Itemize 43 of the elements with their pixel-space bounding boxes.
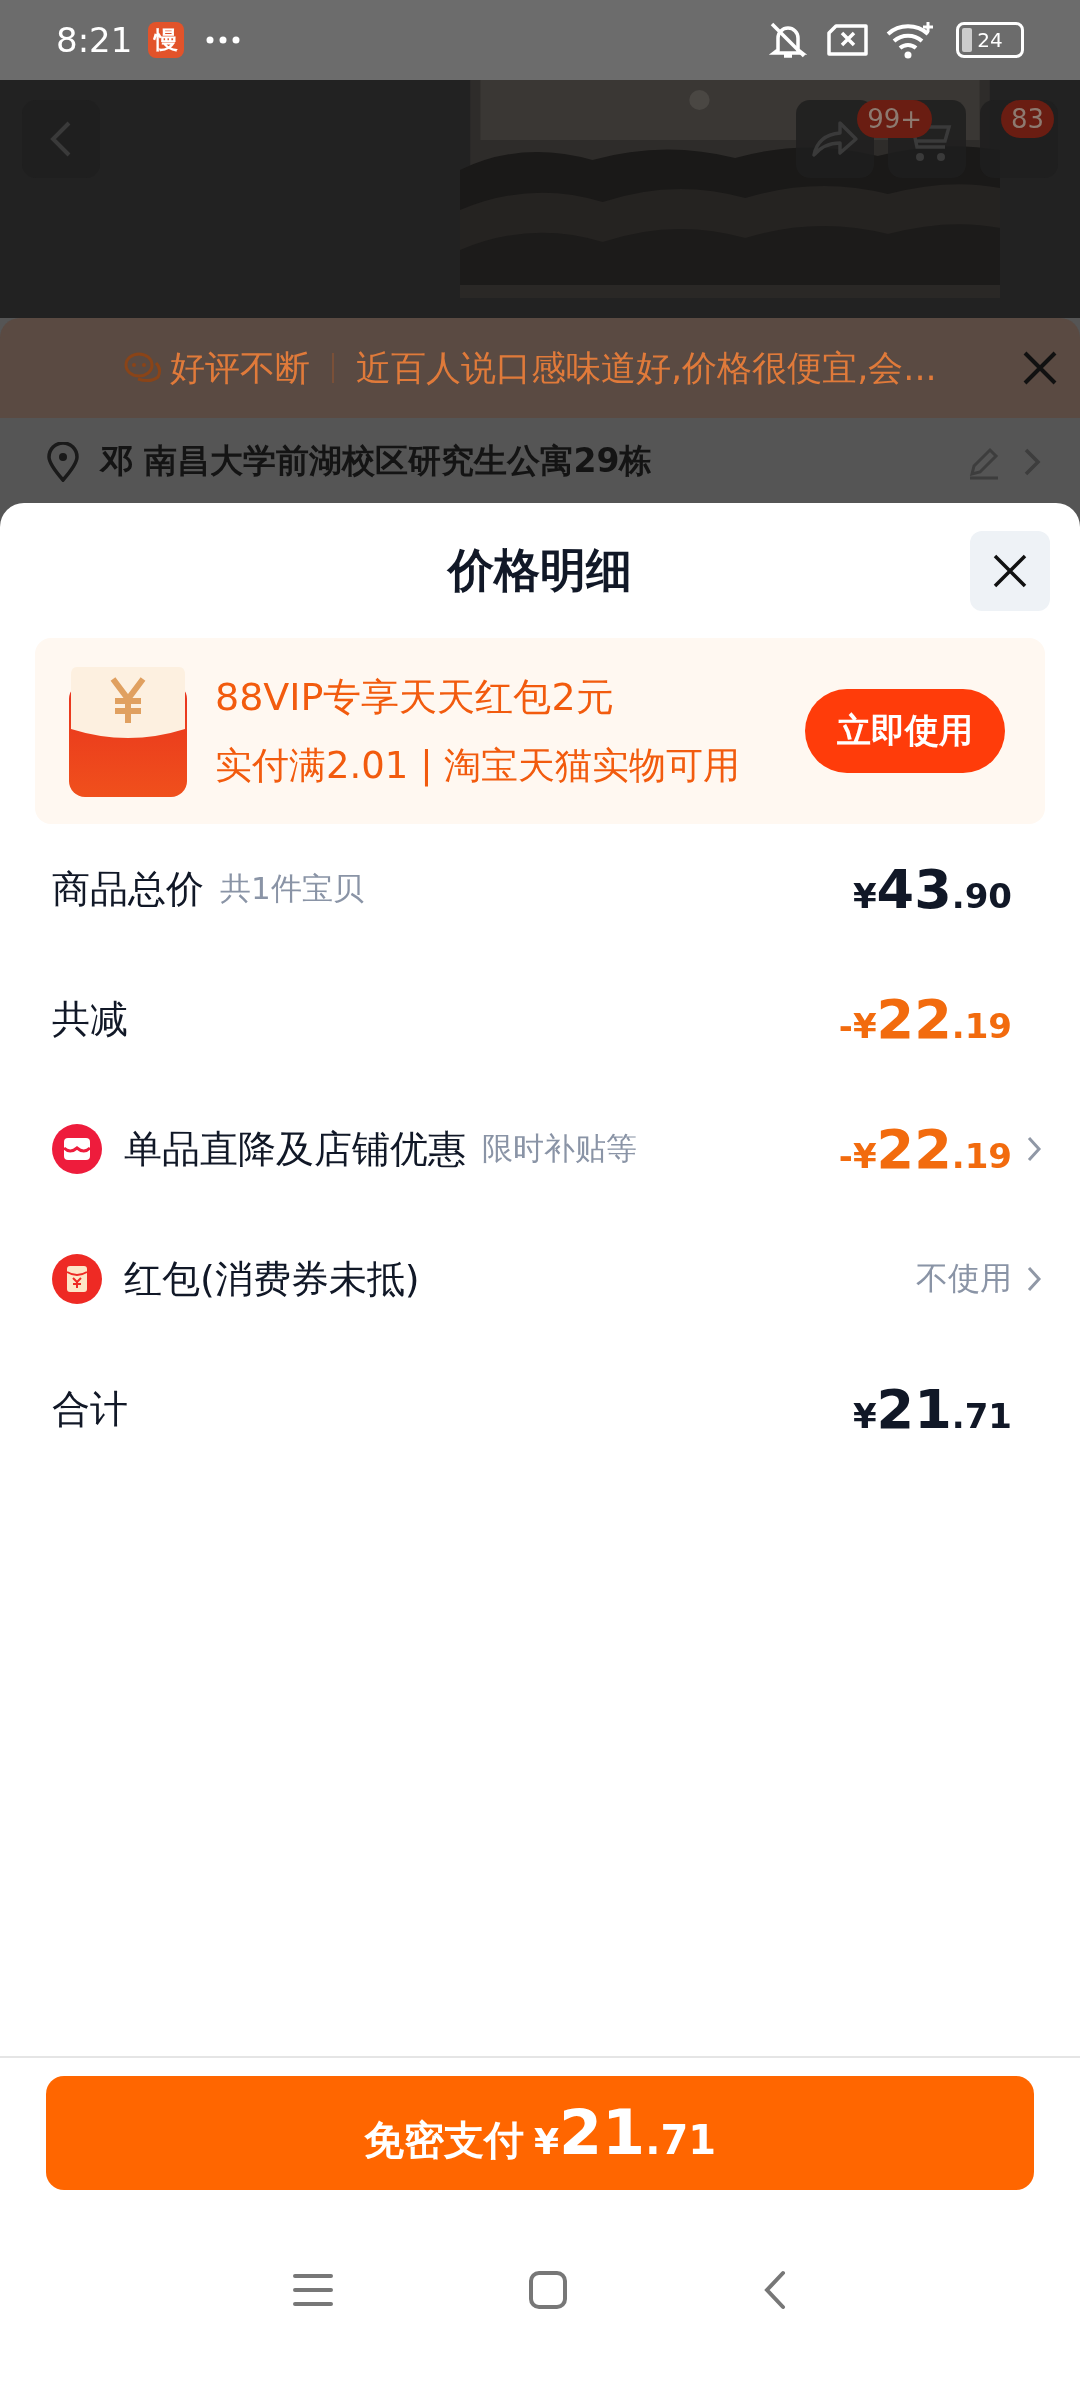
chevron-right-icon[interactable] [1026, 1265, 1042, 1293]
close-button[interactable] [970, 531, 1050, 611]
no-sim-icon [826, 23, 870, 57]
envelope-icon [52, 1254, 102, 1304]
shop-icon [52, 1124, 102, 1174]
price-amount: ¥43.90 [852, 857, 1012, 921]
row-label: 商品总价 [52, 865, 204, 913]
location-pin-icon [46, 441, 80, 482]
share-icon [810, 119, 860, 159]
menu-icon[interactable] [293, 2272, 333, 2308]
review-tag: 好评不断 [170, 344, 310, 392]
row-label: 单品直降及店铺优惠 [124, 1125, 466, 1173]
chevron-left-icon [49, 119, 73, 159]
cart-count-badge: 99+ [857, 100, 932, 138]
app-notification-icon: 慢 [148, 22, 185, 58]
row-note: 共1件宝贝 [220, 869, 364, 908]
close-icon [992, 553, 1028, 589]
use-now-button[interactable]: 立即使用 [805, 689, 1005, 773]
row-label: 红包(消费券未抵) [124, 1255, 420, 1303]
status-time: 8:21 [56, 20, 133, 60]
close-icon[interactable] [1022, 350, 1058, 386]
price-amount: -¥22.19 [838, 987, 1012, 1051]
row-label: 共减 [52, 995, 128, 1043]
chevron-right-icon[interactable] [1026, 1135, 1042, 1163]
coupon-title: 88VIP专享天天红包2元 [215, 673, 615, 721]
wifi-icon [886, 20, 934, 60]
price-amount: -¥22.19 [838, 1117, 1012, 1181]
row-note: 限时补贴等 [482, 1129, 637, 1168]
back-icon[interactable] [763, 2270, 787, 2310]
chat-bubbles-icon [124, 351, 162, 385]
price-amount: ¥21.71 [852, 1377, 1012, 1441]
home-icon[interactable] [528, 2270, 568, 2310]
option-value[interactable]: 不使用 [916, 1257, 1012, 1301]
row-label: 合计 [52, 1385, 128, 1433]
envelope-icon [69, 665, 187, 797]
mute-bell-icon [766, 20, 810, 60]
delivery-address: 邓 南昌大学前湖校区研究生公寓29栋 [100, 440, 653, 482]
pay-button[interactable]: 免密支付 ¥21.71 [46, 2076, 1034, 2190]
more-dots-icon [206, 36, 241, 44]
coupon-condition: 实付满2.01 | 淘宝天猫实物可用 [215, 742, 742, 789]
battery-icon: 24 [956, 22, 1024, 58]
review-summary: 近百人说口感味道好,价格很便宜,会... [356, 346, 937, 390]
sheet-title: 价格明细 [448, 541, 632, 599]
